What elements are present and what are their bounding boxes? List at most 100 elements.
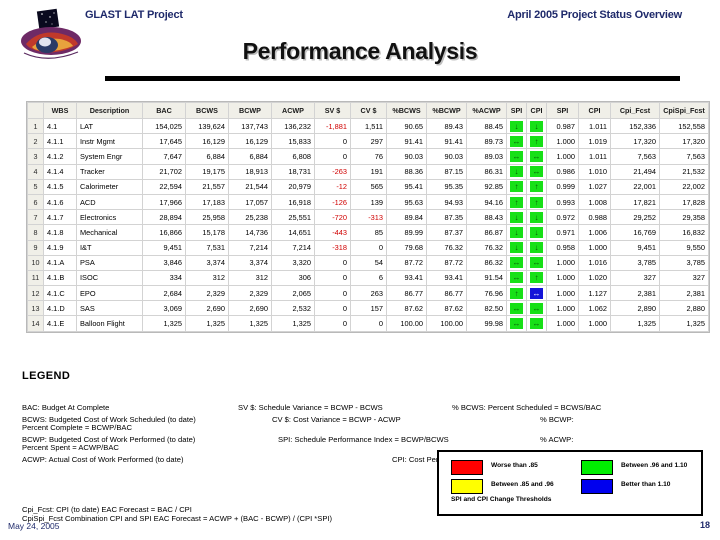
cell-cpi-fcst: 16,769 (610, 224, 660, 241)
arrow-down-icon: ↓ (530, 242, 543, 254)
cell-cpi: 1.020 (578, 269, 611, 287)
footer-date: May 24, 2005 (8, 521, 60, 531)
cell-pct-acwp: 99.98 (466, 315, 507, 332)
table-row[interactable]: 5 4.1.5 Calorimeter 22,594 21,557 21,544 20,97… (27, 178, 709, 195)
cell-bcws: 1,325 (185, 315, 229, 332)
legend-pct-bcwp: % BCWP: (540, 415, 574, 424)
arrow-down-icon: ↓ (510, 211, 523, 223)
arrow-flat-icon: ↔ (530, 302, 543, 314)
cell-cpi-indicator: ↓ (526, 224, 547, 241)
cell-spi: 1.000 (546, 315, 579, 332)
cell-cpi-indicator: ↔ (526, 300, 547, 317)
cell-sv: -318 (314, 239, 351, 256)
cell-acwp: 7,214 (271, 239, 315, 256)
cell-pct-bcws: 88.36 (386, 163, 427, 180)
table-row[interactable]: 11 4.1.B ISOC 334 312 312 306 0 6 93.41 93.41 91.54… (27, 269, 709, 287)
table-row[interactable]: 7 4.1.7 Electronics 28,894 25,958 25,238 25,55… (27, 209, 709, 226)
col-header-description: Description (76, 102, 143, 119)
cell-description: ACD (76, 193, 143, 211)
cell-bcwp: 25,238 (228, 209, 272, 226)
arrow-flat-icon: ↔ (530, 150, 543, 162)
cell-cpispi-fcst: 17,828 (659, 193, 709, 211)
arrow-up-icon: ↑ (530, 181, 543, 193)
cell-acwp: 2,065 (271, 285, 315, 302)
cell-cpispi-fcst: 1,325 (659, 315, 709, 332)
arrow-flat-icon: ↔ (510, 150, 523, 162)
table-body: 1 4.1 LAT 154,025 139,624 137,743 136,232 -1,88… (27, 117, 709, 332)
cell-cpispi-fcst: 29,358 (659, 209, 709, 226)
cell-bcwp: 3,374 (228, 254, 272, 271)
cell-pct-bcws: 95.41 (386, 178, 427, 195)
row-number: 10 (27, 254, 44, 271)
cell-wbs: 4.1.2 (43, 148, 77, 165)
cell-cpi-indicator: ↑ (526, 133, 547, 150)
table-row[interactable]: 6 4.1.6 ACD 17,966 17,183 17,057 16,918 -126 139… (27, 193, 709, 211)
cell-pct-bcws: 87.62 (386, 300, 427, 317)
cell-bac: 17,645 (142, 133, 186, 150)
header-project-title: GLAST LAT Project (85, 9, 183, 21)
table-row[interactable]: 14 4.1.E Balloon Flight 1,325 1,325 1,325 1,32… (27, 315, 709, 332)
cell-cv: 54 (350, 254, 387, 271)
cell-pct-acwp: 89.73 (466, 133, 507, 150)
col-header-pct-bcwp: %BCWP (426, 102, 467, 119)
cell-cpi-indicator: ↔ (526, 254, 547, 271)
cell-bcws: 16,129 (185, 133, 229, 150)
table-row[interactable]: 4 4.1.4 Tracker 21,702 19,175 18,913 18,731 -26… (27, 163, 709, 180)
cell-cpi-indicator: ↔ (526, 315, 547, 332)
arrow-up-icon: ↑ (530, 196, 543, 208)
threshold-label-red: Worse than .85 (491, 462, 538, 469)
cell-sv: -12 (314, 178, 351, 195)
cell-spi: 1.000 (546, 148, 579, 165)
cell-bcws: 6,884 (185, 148, 229, 165)
cell-bac: 7,647 (142, 148, 186, 165)
cell-cv: 139 (350, 193, 387, 211)
cell-cpispi-fcst: 17,320 (659, 133, 709, 150)
table-row[interactable]: 2 4.1.1 Instr Mgmt 17,645 16,129 16,129 15,833… (27, 133, 709, 150)
table-row[interactable]: 10 4.1.A PSA 3,846 3,374 3,374 3,320 0 54 87.72 87… (27, 254, 709, 271)
table-row[interactable]: 8 4.1.8 Mechanical 16,866 15,178 14,736 14,651… (27, 224, 709, 241)
table-row[interactable]: 1 4.1 LAT 154,025 139,624 137,743 136,232 -1,88… (27, 117, 709, 135)
cell-description: EPO (76, 285, 143, 302)
legend-sv: SV $: Schedule Variance = BCWP - BCWS (238, 403, 383, 412)
cell-cv: -313 (350, 209, 387, 226)
cell-pct-acwp: 82.50 (466, 300, 507, 317)
table-row[interactable]: 3 4.1.2 System Engr 7,647 6,884 6,884 6,808 0 76… (27, 148, 709, 165)
cell-spi: 0.972 (546, 209, 579, 226)
row-number: 11 (27, 269, 44, 287)
cell-wbs: 4.1.7 (43, 209, 77, 226)
cell-cpispi-fcst: 22,002 (659, 178, 709, 195)
table-row[interactable]: 12 4.1.C EPO 2,684 2,329 2,329 2,065 0 263 86.77 8… (27, 285, 709, 302)
legend-heading: LEGEND (22, 370, 71, 382)
cell-spi: 0.993 (546, 193, 579, 211)
cell-cpi: 1.006 (578, 224, 611, 241)
performance-table: WBS Description BAC BCWS BCWP ACWP SV $ … (27, 102, 709, 332)
cell-cpi-fcst: 17,320 (610, 133, 660, 150)
legend-pct-complete: Percent Complete = BCWP/BAC (22, 423, 132, 432)
threshold-label-green: Between .96 and 1.10 (621, 462, 688, 469)
cell-cv: 157 (350, 300, 387, 317)
cell-wbs: 4.1.E (43, 315, 77, 332)
col-header-spi: SPI (546, 102, 579, 119)
table-row[interactable]: 13 4.1.D SAS 3,069 2,690 2,690 2,532 0 157 87.62 8… (27, 300, 709, 317)
cell-description: Instr Mgmt (76, 133, 143, 150)
cell-spi-indicator: ↔ (506, 315, 527, 332)
cell-pct-bcws: 93.41 (386, 269, 427, 287)
cell-spi-indicator: ↓ (506, 163, 527, 180)
cell-sv: 0 (314, 254, 351, 271)
cell-spi: 0.958 (546, 239, 579, 256)
table-row[interactable]: 9 4.1.9 I&T 9,451 7,531 7,214 7,214 -318 0 79.68 7… (27, 239, 709, 256)
cell-bac: 3,846 (142, 254, 186, 271)
cell-bcws: 21,557 (185, 178, 229, 195)
cell-cv: 0 (350, 315, 387, 332)
cell-spi-indicator: ↔ (506, 133, 527, 150)
col-header-wbs: WBS (43, 102, 77, 119)
cell-bac: 1,325 (142, 315, 186, 332)
row-number: 13 (27, 300, 44, 317)
cell-wbs: 4.1.C (43, 285, 77, 302)
cell-sv: 0 (314, 269, 351, 287)
cell-wbs: 4.1.8 (43, 224, 77, 241)
cell-acwp: 25,551 (271, 209, 315, 226)
cell-cpi-fcst: 327 (610, 269, 660, 287)
cell-pct-acwp: 91.54 (466, 269, 507, 287)
page-number: 18 (699, 520, 710, 530)
